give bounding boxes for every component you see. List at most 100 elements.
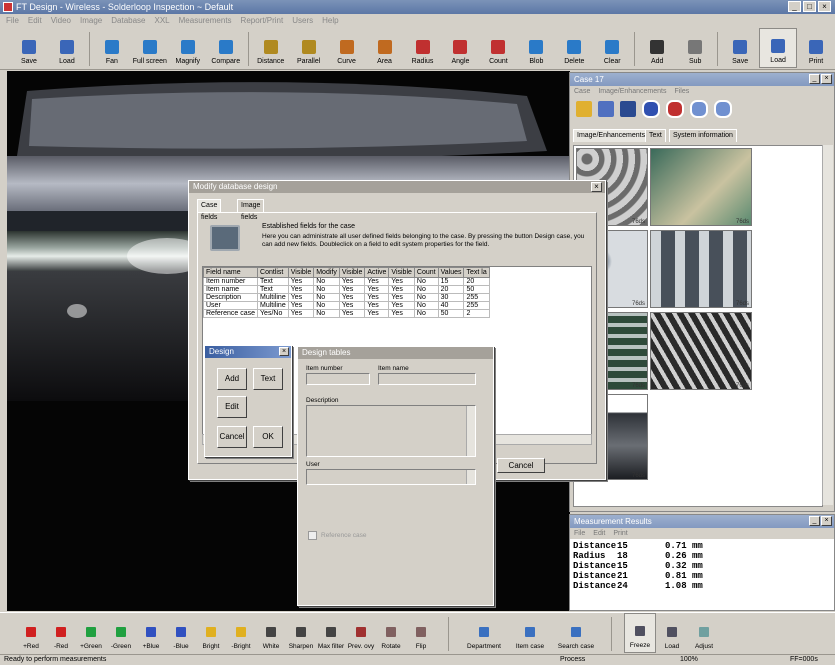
tab-image-enhancements[interactable]: Image/Enhancements xyxy=(573,129,650,142)
ok-button[interactable]: OK xyxy=(253,426,283,448)
column-header[interactable]: Field name xyxy=(203,267,259,278)
add-button[interactable]: Add xyxy=(217,368,247,390)
minimize-button[interactable]: _ xyxy=(788,1,801,12)
menu-measurements[interactable]: Measurements xyxy=(179,14,232,28)
results-minimize-button[interactable]: _ xyxy=(809,516,820,526)
cancel-button[interactable]: Cancel xyxy=(497,458,545,473)
result-row[interactable]: Distance 24 1.08 mm xyxy=(570,581,834,591)
load-button[interactable]: Load xyxy=(759,28,798,68)
area-button[interactable]: Area xyxy=(366,28,404,68)
edit-button[interactable]: Edit xyxy=(217,396,247,418)
column-header[interactable]: Contlist xyxy=(257,267,289,278)
tab-text[interactable]: Text xyxy=(645,129,666,142)
rotate-button[interactable]: Rotate xyxy=(376,613,406,653)
column-header[interactable]: Values xyxy=(437,267,465,278)
bright-button[interactable]: Bright xyxy=(196,613,226,653)
table-row[interactable]: Description Multiline Yes No Yes Yes Yes No 30 25… xyxy=(203,293,490,302)
user-field[interactable] xyxy=(306,469,476,485)
red-button[interactable]: -Red xyxy=(46,613,76,653)
results-menu-print[interactable]: Print xyxy=(613,528,627,539)
thumbnail[interactable]: 76ds xyxy=(650,312,752,390)
column-header[interactable]: Text la xyxy=(463,267,490,278)
save-button[interactable]: Save xyxy=(721,28,759,68)
full-screen-button[interactable]: Full screen xyxy=(131,28,169,68)
freeze-button[interactable]: Freeze xyxy=(624,613,656,653)
case-panel-minimize-button[interactable]: _ xyxy=(809,74,820,84)
search-case-button[interactable]: Search case xyxy=(553,613,599,653)
green-button[interactable]: -Green xyxy=(106,613,136,653)
menu-database[interactable]: Database xyxy=(111,14,145,28)
tab-case-fields[interactable]: Case fields xyxy=(197,199,222,221)
column-header[interactable]: Modify xyxy=(313,267,340,278)
menu-users[interactable]: Users xyxy=(292,14,313,28)
print-button[interactable]: Print xyxy=(797,28,835,68)
case-menu-files[interactable]: Files xyxy=(674,86,689,97)
menu-help[interactable]: Help xyxy=(322,14,338,28)
back-icon[interactable] xyxy=(690,100,708,118)
design-cancel-button[interactable]: Cancel xyxy=(217,426,247,448)
image-icon[interactable] xyxy=(620,101,636,117)
distance-button[interactable]: Distance xyxy=(252,28,290,68)
flip-button[interactable]: Flip xyxy=(406,613,436,653)
count-button[interactable]: Count xyxy=(479,28,517,68)
prev-ovy-button[interactable]: Prev. ovy xyxy=(346,613,376,653)
menu-file[interactable]: File xyxy=(6,14,19,28)
compare-button[interactable]: Compare xyxy=(207,28,245,68)
load-button[interactable]: Load xyxy=(656,613,688,653)
result-row[interactable]: Distance 21 0.81 mm xyxy=(570,571,834,581)
results-close-button[interactable]: × xyxy=(821,516,832,526)
reference-case-option[interactable]: Reference case xyxy=(308,531,367,540)
close-button[interactable]: × xyxy=(818,1,831,12)
sharpen-button[interactable]: Sharpen xyxy=(286,613,316,653)
radius-button[interactable]: Radius xyxy=(404,28,442,68)
menu-video[interactable]: Video xyxy=(51,14,71,28)
user-scrollbar[interactable] xyxy=(466,470,475,484)
record-icon[interactable] xyxy=(666,100,684,118)
menu-image[interactable]: Image xyxy=(80,14,102,28)
results-menu-edit[interactable]: Edit xyxy=(593,528,605,539)
text-button[interactable]: Text xyxy=(253,368,283,390)
reference-case-checkbox[interactable] xyxy=(308,531,317,540)
column-header[interactable]: Visible xyxy=(287,267,315,278)
table-row[interactable]: Reference case Yes/No Yes No Yes Yes Yes No 50 2 xyxy=(203,309,490,318)
red-button[interactable]: +Red xyxy=(16,613,46,653)
adjust-button[interactable]: Adjust xyxy=(688,613,720,653)
item-number-field[interactable] xyxy=(306,373,370,385)
angle-button[interactable]: Angle xyxy=(441,28,479,68)
case-menu-case[interactable]: Case xyxy=(574,86,590,97)
column-header[interactable]: Count xyxy=(413,267,439,278)
delete-button[interactable]: Delete xyxy=(555,28,593,68)
curve-button[interactable]: Curve xyxy=(328,28,366,68)
table-row[interactable]: Item name Text Yes No Yes Yes Yes No 20 50 xyxy=(203,285,490,294)
blue-button[interactable]: +Blue xyxy=(136,613,166,653)
fan-button[interactable]: Fan xyxy=(93,28,131,68)
load-button[interactable]: Load xyxy=(48,28,86,68)
results-menu-file[interactable]: File xyxy=(574,528,585,539)
result-row[interactable]: Distance 15 0.71 mm xyxy=(570,541,834,551)
design-dialog-close-button[interactable]: × xyxy=(279,347,289,356)
item-case-button[interactable]: Item case xyxy=(507,613,553,653)
case-menu-image-enhancements[interactable]: Image/Enhancements xyxy=(598,86,666,97)
folder-icon[interactable] xyxy=(576,101,592,117)
description-field[interactable] xyxy=(306,405,476,457)
thumbnail[interactable]: 76ds xyxy=(650,148,752,226)
menu-edit[interactable]: Edit xyxy=(28,14,42,28)
menu-xxl[interactable]: XXL xyxy=(155,14,170,28)
white-button[interactable]: White xyxy=(256,613,286,653)
forward-icon[interactable] xyxy=(714,100,732,118)
tab-system-information[interactable]: System information xyxy=(669,129,737,142)
thumbnail-scrollbar[interactable] xyxy=(822,145,833,505)
table-row[interactable]: User Multiline Yes No Yes Yes Yes No 40 255 xyxy=(203,301,490,310)
column-header[interactable]: Visible xyxy=(338,267,366,278)
add-button[interactable]: Add xyxy=(638,28,676,68)
column-header[interactable]: Visible xyxy=(388,267,415,278)
bright-button[interactable]: -Bright xyxy=(226,613,256,653)
save-button[interactable]: Save xyxy=(10,28,48,68)
blue-button[interactable]: -Blue xyxy=(166,613,196,653)
parallel-button[interactable]: Parallel xyxy=(290,28,328,68)
blob-button[interactable]: Blob xyxy=(517,28,555,68)
column-header[interactable]: Active xyxy=(364,267,390,278)
tab-image-fields[interactable]: Image fields xyxy=(237,199,265,221)
green-button[interactable]: +Green xyxy=(76,613,106,653)
dialog-close-button[interactable]: × xyxy=(591,182,602,192)
